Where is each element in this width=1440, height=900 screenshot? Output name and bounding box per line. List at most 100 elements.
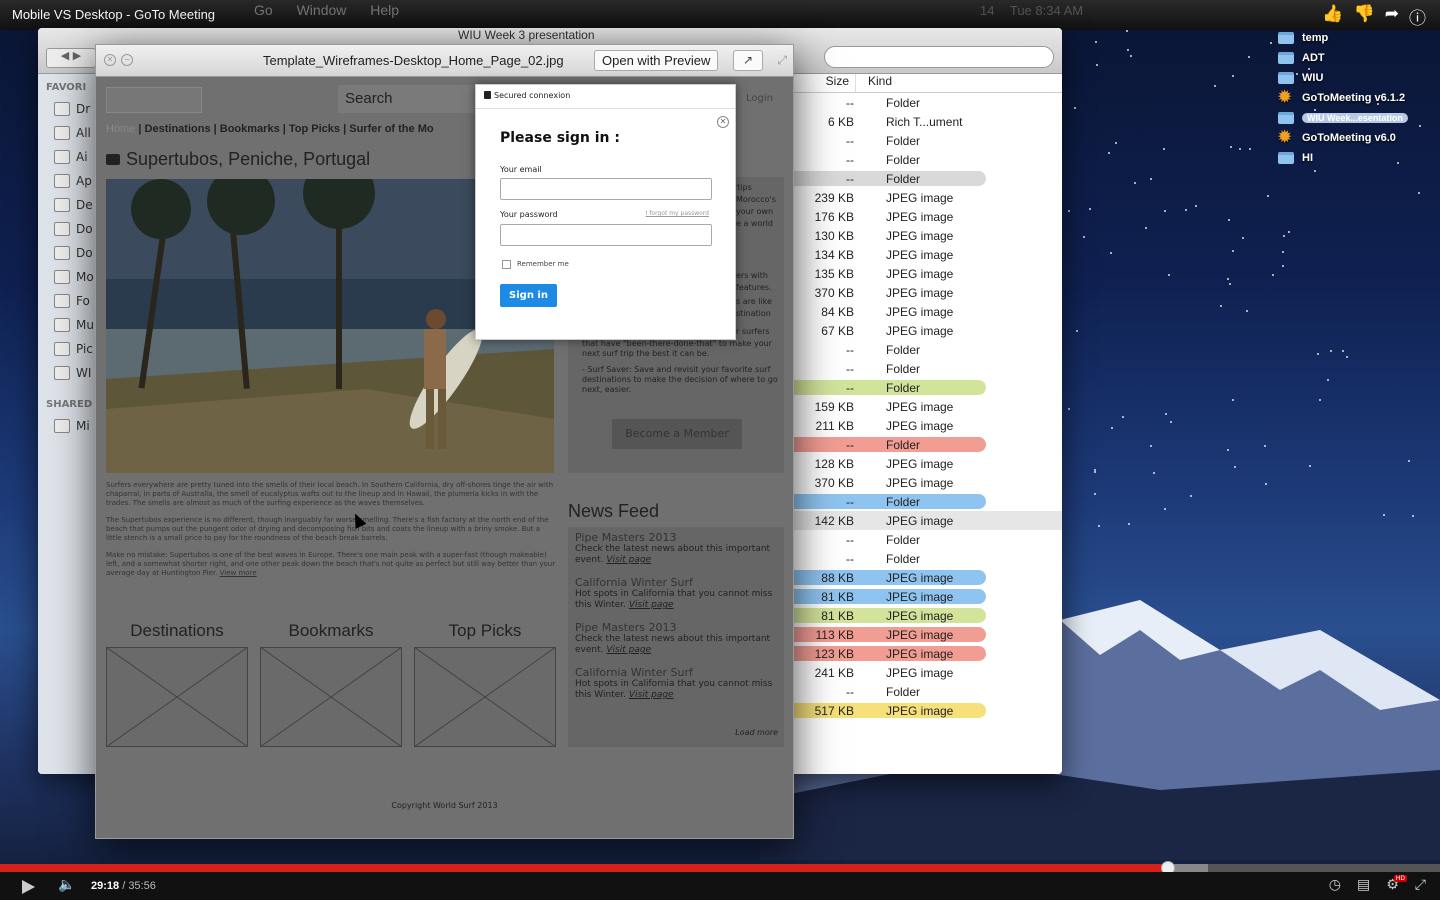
- desktop-item[interactable]: WIU: [1278, 68, 1438, 88]
- file-row[interactable]: 81 KB JPEG image: [794, 587, 1062, 606]
- desktop-item[interactable]: ✹ GoToMeeting v6.1.2: [1278, 88, 1438, 108]
- visit-page-link[interactable]: Visit page: [629, 600, 674, 610]
- nav-destinations[interactable]: Destinations: [145, 123, 211, 135]
- sidebar-item[interactable]: Fo: [38, 289, 96, 313]
- desktop-item[interactable]: ✹ GoToMeeting v6.0: [1278, 128, 1438, 148]
- column-kind-header[interactable]: Kind: [856, 74, 892, 92]
- file-row[interactable]: 517 KB JPEG image: [794, 701, 1062, 720]
- file-row[interactable]: 6 KB Rich T...ument: [794, 112, 1062, 131]
- dislike-icon[interactable]: 👎: [1354, 4, 1375, 29]
- feature-card[interactable]: Bookmarks: [260, 621, 402, 751]
- like-icon[interactable]: 👍: [1322, 4, 1343, 29]
- file-row[interactable]: 239 KB JPEG image: [794, 188, 1062, 207]
- file-row[interactable]: -- Folder: [794, 169, 1062, 188]
- file-row[interactable]: 84 KB JPEG image: [794, 302, 1062, 321]
- file-row[interactable]: 128 KB JPEG image: [794, 454, 1062, 473]
- file-row[interactable]: 176 KB JPEG image: [794, 207, 1062, 226]
- captions-icon[interactable]: ▤: [1357, 877, 1370, 893]
- file-row[interactable]: 67 KB JPEG image: [794, 321, 1062, 340]
- finder-search-input[interactable]: [824, 46, 1054, 68]
- sidebar-item[interactable]: WI: [38, 361, 96, 385]
- file-row[interactable]: 81 KB JPEG image: [794, 606, 1062, 625]
- password-field[interactable]: [500, 224, 712, 246]
- file-row[interactable]: 241 KB JPEG image: [794, 663, 1062, 682]
- sidebar-item[interactable]: Do: [38, 241, 96, 265]
- file-row[interactable]: 134 KB JPEG image: [794, 245, 1062, 264]
- file-row[interactable]: 142 KB JPEG image: [794, 511, 1062, 530]
- file-row[interactable]: 88 KB JPEG image: [794, 568, 1062, 587]
- file-row[interactable]: -- Folder: [794, 378, 1062, 397]
- forgot-password-link[interactable]: I forgot my password: [646, 210, 709, 217]
- sidebar-item[interactable]: Mi: [38, 414, 96, 438]
- load-more-link[interactable]: Load more: [735, 728, 778, 737]
- file-row[interactable]: -- Folder: [794, 530, 1062, 549]
- video-progress-bar[interactable]: [0, 864, 1440, 872]
- desktop-item[interactable]: HI: [1278, 148, 1438, 168]
- play-icon[interactable]: [22, 880, 35, 894]
- star: [1195, 205, 1198, 208]
- file-row[interactable]: 159 KB JPEG image: [794, 397, 1062, 416]
- sign-in-button[interactable]: Sign in: [500, 284, 557, 307]
- view-more-link[interactable]: View more: [220, 569, 257, 577]
- file-row[interactable]: 113 KB JPEG image: [794, 625, 1062, 644]
- finder-back-forward[interactable]: ◀ ▶: [46, 48, 96, 68]
- close-icon[interactable]: ✕: [104, 54, 116, 66]
- fullscreen-icon[interactable]: ⤢: [1415, 877, 1426, 893]
- file-row[interactable]: -- Folder: [794, 359, 1062, 378]
- file-row[interactable]: -- Folder: [794, 150, 1062, 169]
- info-icon[interactable]: ⓘ: [1409, 4, 1426, 29]
- desktop-item[interactable]: ADT: [1278, 48, 1438, 68]
- watch-later-icon[interactable]: ◷: [1329, 877, 1341, 893]
- sidebar-item[interactable]: Ap: [38, 169, 96, 193]
- visit-page-link[interactable]: Visit page: [629, 690, 674, 700]
- desktop-item[interactable]: WIU Week...esentation: [1278, 108, 1438, 128]
- nav-top-picks[interactable]: Top Picks: [289, 123, 340, 135]
- mac-menu-window[interactable]: Window: [297, 2, 347, 18]
- desktop-item[interactable]: temp: [1278, 28, 1438, 48]
- sidebar-item[interactable]: Mo: [38, 265, 96, 289]
- file-row[interactable]: -- Folder: [794, 93, 1062, 112]
- mac-menu-go[interactable]: Go: [254, 2, 273, 18]
- nav-surfer-of-month[interactable]: Surfer of the Mo: [349, 123, 433, 135]
- file-row[interactable]: -- Folder: [794, 492, 1062, 511]
- open-with-preview-button[interactable]: Open with Preview: [594, 50, 719, 71]
- file-row[interactable]: 135 KB JPEG image: [794, 264, 1062, 283]
- file-row[interactable]: -- Folder: [794, 340, 1062, 359]
- sidebar-item[interactable]: Mu: [38, 313, 96, 337]
- file-row[interactable]: 211 KB JPEG image: [794, 416, 1062, 435]
- nav-home[interactable]: Home: [106, 123, 135, 135]
- site-login-link[interactable]: Login: [746, 93, 773, 104]
- file-row[interactable]: 130 KB JPEG image: [794, 226, 1062, 245]
- visit-page-link[interactable]: Visit page: [606, 555, 651, 565]
- file-row[interactable]: -- Folder: [794, 435, 1062, 454]
- file-row[interactable]: -- Folder: [794, 682, 1062, 701]
- email-field[interactable]: [500, 178, 712, 200]
- sidebar-item[interactable]: De: [38, 193, 96, 217]
- file-row[interactable]: 370 KB JPEG image: [794, 283, 1062, 302]
- sidebar-item[interactable]: Do: [38, 217, 96, 241]
- remember-me-checkbox[interactable]: [502, 260, 511, 269]
- column-size-header[interactable]: Size: [794, 74, 856, 92]
- mac-menu-help[interactable]: Help: [370, 2, 399, 18]
- become-member-button[interactable]: Become a Member: [612, 419, 742, 449]
- feature-card[interactable]: Top Picks: [414, 621, 556, 751]
- file-row[interactable]: -- Folder: [794, 131, 1062, 150]
- sidebar-item[interactable]: Pic: [38, 337, 96, 361]
- share-icon[interactable]: ↗: [733, 50, 763, 71]
- file-row[interactable]: 123 KB JPEG image: [794, 644, 1062, 663]
- sidebar-item[interactable]: Ai: [38, 145, 96, 169]
- volume-icon[interactable]: 🔈: [58, 877, 75, 893]
- file-row[interactable]: -- Folder: [794, 549, 1062, 568]
- file-row[interactable]: 370 KB JPEG image: [794, 473, 1062, 492]
- minimize-icon[interactable]: −: [121, 54, 133, 66]
- feature-card[interactable]: Destinations: [106, 621, 248, 751]
- file-size: --: [846, 437, 854, 452]
- visit-page-link[interactable]: Visit page: [606, 645, 651, 655]
- fullscreen-icon[interactable]: ⤢: [777, 53, 787, 68]
- close-icon[interactable]: ✕: [717, 116, 729, 128]
- sidebar-item[interactable]: Dr: [38, 97, 96, 121]
- share-icon[interactable]: ➦: [1385, 4, 1399, 29]
- nav-bookmarks[interactable]: Bookmarks: [220, 123, 280, 135]
- sidebar-item[interactable]: All: [38, 121, 96, 145]
- site-search-input[interactable]: Search: [338, 85, 478, 113]
